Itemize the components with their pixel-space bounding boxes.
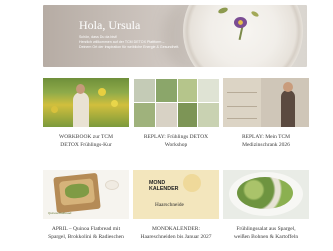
card-title-line: Frühlingssalat aus Spargel, <box>236 226 296 232</box>
thumbnail-label: Quinoa-Flatbread <box>48 211 72 215</box>
course-card-workbook[interactable]: WORKBOOK zur TCM DETOX Frühlings-Kur <box>43 78 129 158</box>
bowl-shape <box>105 180 119 190</box>
collage-tile <box>155 78 179 104</box>
card-thumbnail[interactable]: MOND KALENDER Haarschneide <box>133 170 219 219</box>
card-title[interactable]: REPLAY: Mein TCM Medizinschrank 2026 <box>223 134 309 149</box>
thumbnail-title: MOND KALENDER <box>149 180 178 192</box>
collage-tile <box>155 102 179 127</box>
card-thumbnail[interactable] <box>133 78 219 127</box>
card-title-line: weißen Bohnen & Kartoffeln <box>233 233 299 240</box>
thumbnail-subtitle: Haarschneide <box>155 202 184 208</box>
collage-tile <box>133 102 157 127</box>
card-title-line: DETOX Frühlings-Kur <box>60 141 112 148</box>
shelf-line <box>227 118 257 119</box>
card-title[interactable]: APRIL – Quinoa Flatbread mit Spargel, Br… <box>43 226 129 241</box>
banner-flower <box>234 17 247 28</box>
shelf-panel <box>223 78 261 127</box>
welcome-banner: Hola, Ursula Schön, dass Du da bist! Her… <box>43 5 307 67</box>
card-title-line: Haareschneiden bis Januar 2027 <box>140 233 212 240</box>
card-thumbnail[interactable]: Quinoa-Flatbread <box>43 170 129 219</box>
lemon-shape <box>111 100 118 107</box>
moon-shape <box>183 174 201 192</box>
card-thumbnail[interactable] <box>223 78 309 127</box>
card-title-line: REPLAY: Frühlings DETOX <box>143 134 209 140</box>
shelf-line <box>227 106 257 107</box>
card-title-line: Spargel, Brokkolini & Radieschen <box>48 233 124 240</box>
person-shape <box>281 90 295 127</box>
card-title-line: REPLAY: Mein TCM <box>241 134 291 140</box>
welcome-line: Deinem Ort der Inspiration für weibliche… <box>79 45 180 50</box>
collage-tile <box>177 78 199 104</box>
card-title[interactable]: REPLAY: Frühlings DETOX Workshop <box>133 134 219 149</box>
course-card-replay-medizinschrank[interactable]: REPLAY: Mein TCM Medizinschrank 2026 <box>223 78 309 158</box>
collage-tile <box>197 102 219 127</box>
card-thumbnail[interactable] <box>223 170 309 219</box>
person-head-shape <box>283 82 293 92</box>
lemon-shape <box>51 106 58 113</box>
card-title[interactable]: MONDKALENDER: Haareschneiden bis Januar … <box>133 226 219 241</box>
course-card-replay-workshop[interactable]: REPLAY: Frühlings DETOX Workshop <box>133 78 219 158</box>
person-head-shape <box>76 84 85 94</box>
welcome-text: Schön, dass Du da bist! Herzlich willkom… <box>79 35 209 51</box>
card-title-line: Workshop <box>164 141 188 148</box>
greeting-title: Hola, Ursula <box>79 18 141 32</box>
card-title[interactable]: Frühlingssalat aus Spargel, weißen Bohne… <box>223 226 309 241</box>
shelf-line <box>227 92 257 93</box>
card-title-line: APRIL – Quinoa Flatbread mit <box>51 226 121 232</box>
collage-tile <box>133 78 157 104</box>
card-title[interactable]: WORKBOOK zur TCM DETOX Frühlings-Kur <box>43 134 129 149</box>
lemon-shape <box>98 88 106 96</box>
card-thumbnail[interactable] <box>43 78 129 127</box>
card-title-line: MONDKALENDER: <box>152 226 200 232</box>
person-shape <box>73 92 89 127</box>
collage-tile <box>177 102 199 127</box>
card-title-line: Medizinschrank 2026 <box>242 141 290 148</box>
salad-shape <box>237 177 293 209</box>
card-title-line: WORKBOOK zur TCM <box>59 134 113 140</box>
recipe-card-quinoa-flatbread[interactable]: Quinoa-Flatbread APRIL – Quinoa Flatbrea… <box>43 170 129 250</box>
card-mondkalender[interactable]: MOND KALENDER Haarschneide MONDKALENDER:… <box>133 170 219 250</box>
thumbnail-title-line: KALENDER <box>149 186 179 192</box>
recipe-card-fruehlingssalat[interactable]: Frühlingssalat aus Spargel, weißen Bohne… <box>223 170 309 250</box>
collage-tile <box>197 78 219 104</box>
